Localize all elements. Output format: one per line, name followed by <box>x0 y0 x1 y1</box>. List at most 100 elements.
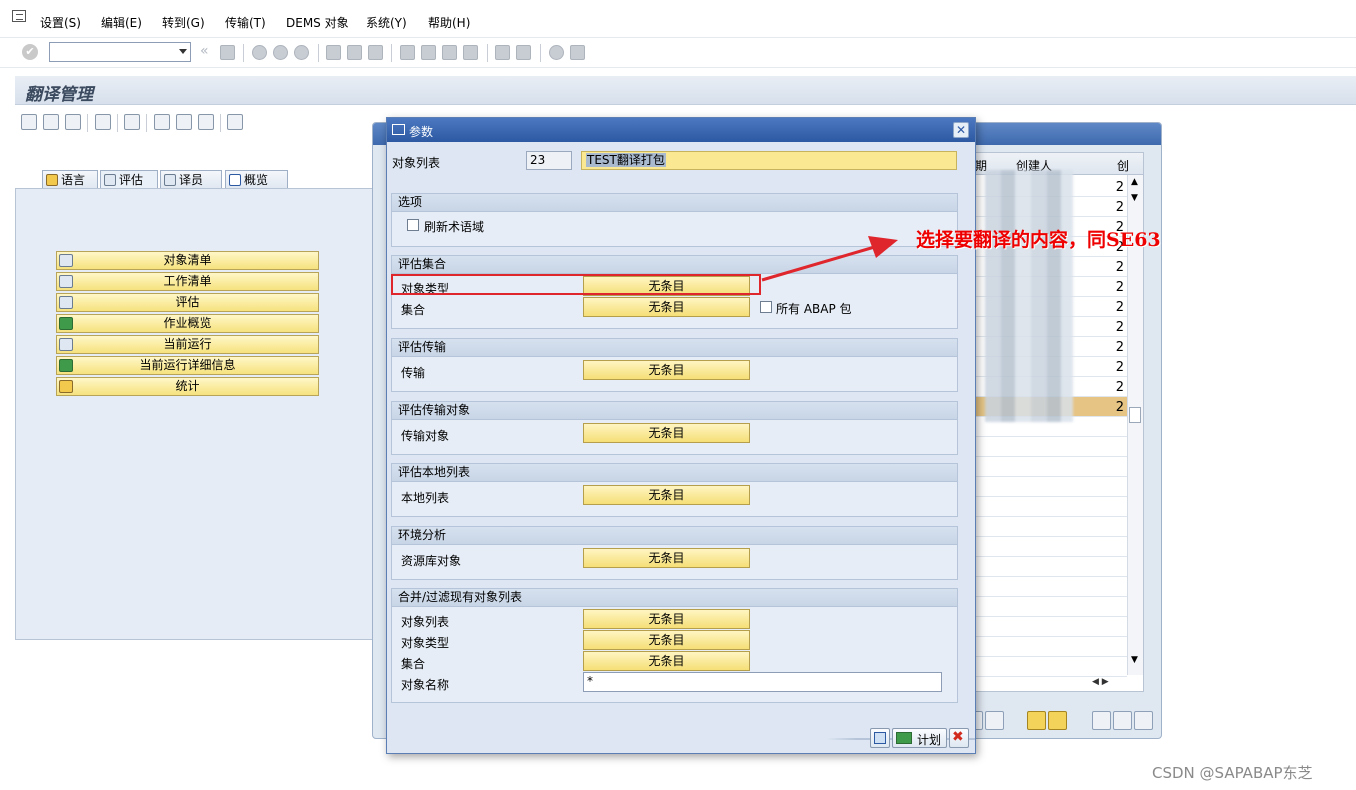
layout-menu-icon[interactable] <box>570 45 585 60</box>
object-list-button[interactable]: 对象清单 <box>56 251 319 270</box>
group-header: 评估传输 <box>392 339 957 357</box>
double-chevron-icon[interactable]: « <box>200 43 209 59</box>
toolbar-separator <box>220 114 221 132</box>
horizontal-scroll-arrows-icon[interactable]: ◀ ▶ <box>1092 677 1122 689</box>
export-icon[interactable] <box>1113 711 1132 730</box>
close-icon[interactable]: ✕ <box>953 122 969 138</box>
scroll-up-icon[interactable]: ▲ <box>1131 177 1138 187</box>
save-variant-button[interactable] <box>870 728 890 748</box>
menu-system[interactable]: 系统(Y) <box>366 14 407 31</box>
set-label: 集合 <box>401 303 426 317</box>
next-page-icon[interactable] <box>442 45 457 60</box>
refresh-term-domain-label: 刷新术语域 <box>424 220 485 234</box>
import-icon[interactable] <box>1134 711 1153 730</box>
translate-icon[interactable] <box>198 114 214 130</box>
merge-object-type-label: 对象类型 <box>401 636 450 650</box>
scroll-thumb[interactable] <box>1129 407 1141 423</box>
toolbar-separator <box>318 44 319 62</box>
current-run-button[interactable]: 当前运行 <box>56 335 319 354</box>
all-abap-packages-checkbox[interactable] <box>760 301 772 313</box>
job-overview-button[interactable]: 作业概览 <box>56 314 319 333</box>
menu-settings[interactable]: 设置(S) <box>40 14 81 31</box>
delete-icon[interactable] <box>985 711 1004 730</box>
watermark: CSDN @SAPABAP东芝 <box>1152 764 1313 782</box>
scroll-down-icon[interactable]: ▼ <box>1131 655 1138 665</box>
current-run-details-button[interactable]: 当前运行详细信息 <box>56 356 319 375</box>
help-icon[interactable] <box>549 45 564 60</box>
local-list-button[interactable]: 无条目 <box>583 485 750 505</box>
column-header-created[interactable]: 创 <box>1117 157 1129 174</box>
first-page-icon[interactable] <box>400 45 415 60</box>
run-icon <box>59 338 73 351</box>
transport-button[interactable]: 无条目 <box>583 360 750 380</box>
user-icon[interactable] <box>1027 711 1046 730</box>
repository-objects-label: 资源库对象 <box>401 554 462 568</box>
command-field[interactable] <box>49 42 191 62</box>
menu-help[interactable]: 帮助(H) <box>428 14 470 31</box>
document-icon[interactable] <box>21 114 37 130</box>
find-next-icon[interactable] <box>368 45 383 60</box>
table-row <box>961 517 1127 537</box>
last-page-icon[interactable] <box>463 45 478 60</box>
dialog-body: 对象列表 23 TEST翻译打包 选项 刷新术语域 评估集合 对象类型 无条目 … <box>387 142 975 753</box>
group-header: 环境分析 <box>392 527 957 545</box>
evaluation-button[interactable]: 评估 <box>56 293 319 312</box>
merge-object-list-button[interactable]: 无条目 <box>583 609 750 629</box>
dialog-title-bar[interactable]: 参数 ✕ <box>387 118 975 142</box>
list-settings-icon[interactable] <box>43 114 59 130</box>
users-icon[interactable] <box>124 114 140 130</box>
merge-object-list-label: 对象列表 <box>401 615 450 629</box>
chevron-down-icon[interactable] <box>179 49 187 54</box>
language-icon <box>46 174 58 186</box>
schedule-button[interactable]: 计划 <box>892 728 947 748</box>
grid-icon[interactable] <box>154 114 170 130</box>
print-icon[interactable] <box>326 45 341 60</box>
exit-icon[interactable] <box>273 45 288 60</box>
info-icon[interactable] <box>227 114 243 130</box>
scroll-down-icon[interactable]: ▼ <box>1131 193 1138 203</box>
tab-language[interactable]: 语言 <box>42 170 98 189</box>
table-row <box>961 497 1127 517</box>
local-list-label: 本地列表 <box>401 491 450 505</box>
shortcut-icon[interactable] <box>516 45 531 60</box>
new-session-icon[interactable] <box>495 45 510 60</box>
object-list-name-field[interactable]: TEST翻译打包 <box>581 151 957 170</box>
object-name-input[interactable]: * <box>583 672 942 692</box>
set-button[interactable]: 无条目 <box>583 297 750 317</box>
merge-set-button[interactable]: 无条目 <box>583 651 750 671</box>
toolbar-separator <box>391 44 392 62</box>
save-icon[interactable] <box>220 45 235 60</box>
merge-object-type-button[interactable]: 无条目 <box>583 630 750 650</box>
blurred-creator-column <box>985 170 1073 422</box>
work-list-button[interactable]: 工作清单 <box>56 272 319 291</box>
network-icon[interactable] <box>95 114 111 130</box>
cancel-button[interactable]: ✖ <box>949 728 969 748</box>
tree-icon[interactable] <box>176 114 192 130</box>
statistics-button[interactable]: 统计 <box>56 377 319 396</box>
table-row <box>961 437 1127 457</box>
find-icon[interactable] <box>347 45 362 60</box>
repository-objects-button[interactable]: 无条目 <box>583 548 750 568</box>
toolbar-separator <box>87 114 88 132</box>
transport-objects-button[interactable]: 无条目 <box>583 423 750 443</box>
refresh-icon[interactable] <box>1048 711 1067 730</box>
refresh-term-domain-checkbox[interactable] <box>407 219 419 231</box>
menu-dems-object[interactable]: DEMS 对象 <box>286 14 349 31</box>
menu-goto[interactable]: 转到(G) <box>162 14 205 31</box>
menu-icon[interactable] <box>12 10 26 22</box>
tools-icon[interactable] <box>65 114 81 130</box>
tab-overview[interactable]: 概览 <box>225 170 288 189</box>
tab-translators[interactable]: 译员 <box>160 170 222 189</box>
tab-evaluation[interactable]: 评估 <box>100 170 158 189</box>
table-row <box>961 537 1127 557</box>
menu-edit[interactable]: 编辑(E) <box>101 14 142 31</box>
tools-icon <box>59 275 73 288</box>
cancel-icon[interactable] <box>294 45 309 60</box>
back-icon[interactable] <box>252 45 267 60</box>
object-name-label: 对象名称 <box>401 678 450 692</box>
menu-transport[interactable]: 传输(T) <box>225 14 266 31</box>
previous-page-icon[interactable] <box>421 45 436 60</box>
magnify-icon[interactable] <box>1092 711 1111 730</box>
enter-check-icon[interactable]: ✔ <box>22 44 38 60</box>
dialog-menu-icon[interactable] <box>392 124 405 135</box>
